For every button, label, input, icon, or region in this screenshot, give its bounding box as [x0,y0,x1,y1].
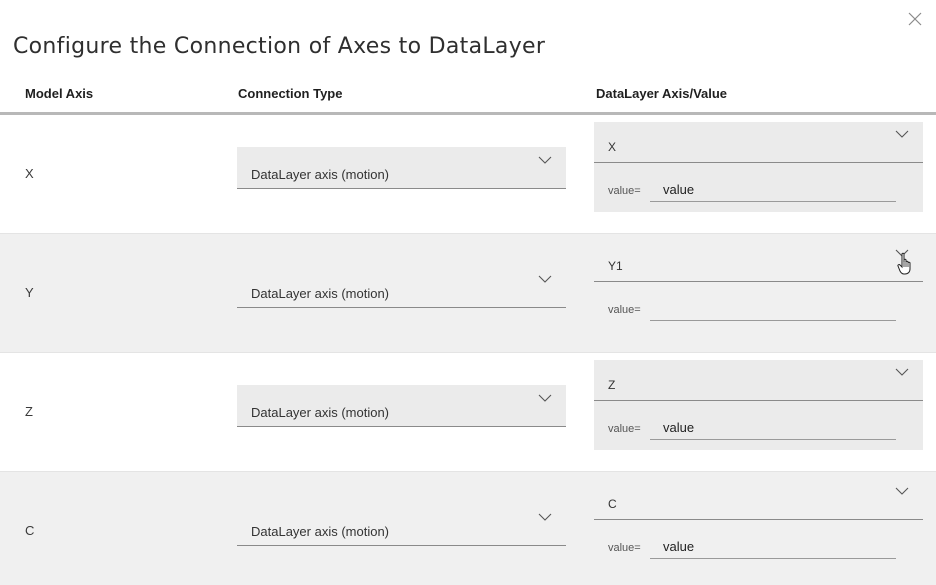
table-row: Z DataLayer axis (motion) Z value= [0,353,936,472]
value-label: value= [608,423,641,435]
value-row: value= [608,535,896,561]
chevron-down-icon [538,275,552,283]
chevron-down-icon [538,156,552,164]
table-header: Model Axis Connection Type DataLayer Axi… [0,80,936,115]
value-row: value= [608,297,896,323]
header-model-axis: Model Axis [25,86,94,101]
table-row: X DataLayer axis (motion) X value= [0,115,936,234]
connection-type-value: DataLayer axis (motion) [251,524,389,539]
header-connection-type: Connection Type [238,86,343,101]
value-label: value= [608,304,641,316]
configure-axes-dialog: Configure the Connection of Axes to Data… [0,0,936,585]
model-axis-label: X [25,166,34,181]
value-input[interactable] [650,416,896,440]
datalayer-axis-value: C [608,497,617,511]
value-row: value= [608,416,896,442]
table-row: C DataLayer axis (motion) C value= [0,472,936,585]
connection-type-select[interactable]: DataLayer axis (motion) [237,385,566,427]
chevron-down-icon [538,394,552,402]
dialog-title: Configure the Connection of Axes to Data… [13,34,546,59]
connection-type-select[interactable]: DataLayer axis (motion) [237,266,566,308]
value-input[interactable] [650,178,896,202]
datalayer-group: Z value= [594,360,923,450]
close-icon[interactable] [908,12,922,26]
datalayer-axis-select[interactable]: X [594,122,923,163]
chevron-down-icon [895,249,909,257]
datalayer-axis-value: Y1 [608,259,623,273]
connection-type-select[interactable]: DataLayer axis (motion) [237,147,566,189]
model-axis-label: C [25,523,35,538]
connection-type-select[interactable]: DataLayer axis (motion) [237,504,566,546]
table-row: Y DataLayer axis (motion) Y1 value= [0,234,936,353]
datalayer-group: X value= [594,122,923,212]
datalayer-axis-select[interactable]: Z [594,360,923,401]
model-axis-label: Y [25,285,34,300]
datalayer-axis-select[interactable]: Y1 [594,241,923,282]
model-axis-label: Z [25,404,33,419]
connection-type-value: DataLayer axis (motion) [251,286,389,301]
datalayer-axis-select[interactable]: C [594,479,923,520]
value-label: value= [608,185,641,197]
datalayer-group: Y1 value= [594,241,923,331]
chevron-down-icon [895,368,909,376]
datalayer-axis-value: X [608,140,617,154]
chevron-down-icon [538,513,552,521]
chevron-down-icon [895,487,909,495]
value-label: value= [608,542,641,554]
value-row: value= [608,178,896,204]
datalayer-axis-value: Z [608,378,616,392]
connection-type-value: DataLayer axis (motion) [251,405,389,420]
datalayer-group: C value= [594,479,923,569]
chevron-down-icon [895,130,909,138]
value-input[interactable] [650,535,896,559]
header-datalayer-axis-value: DataLayer Axis/Value [596,86,728,101]
value-input[interactable] [650,297,896,321]
connection-type-value: DataLayer axis (motion) [251,167,389,182]
